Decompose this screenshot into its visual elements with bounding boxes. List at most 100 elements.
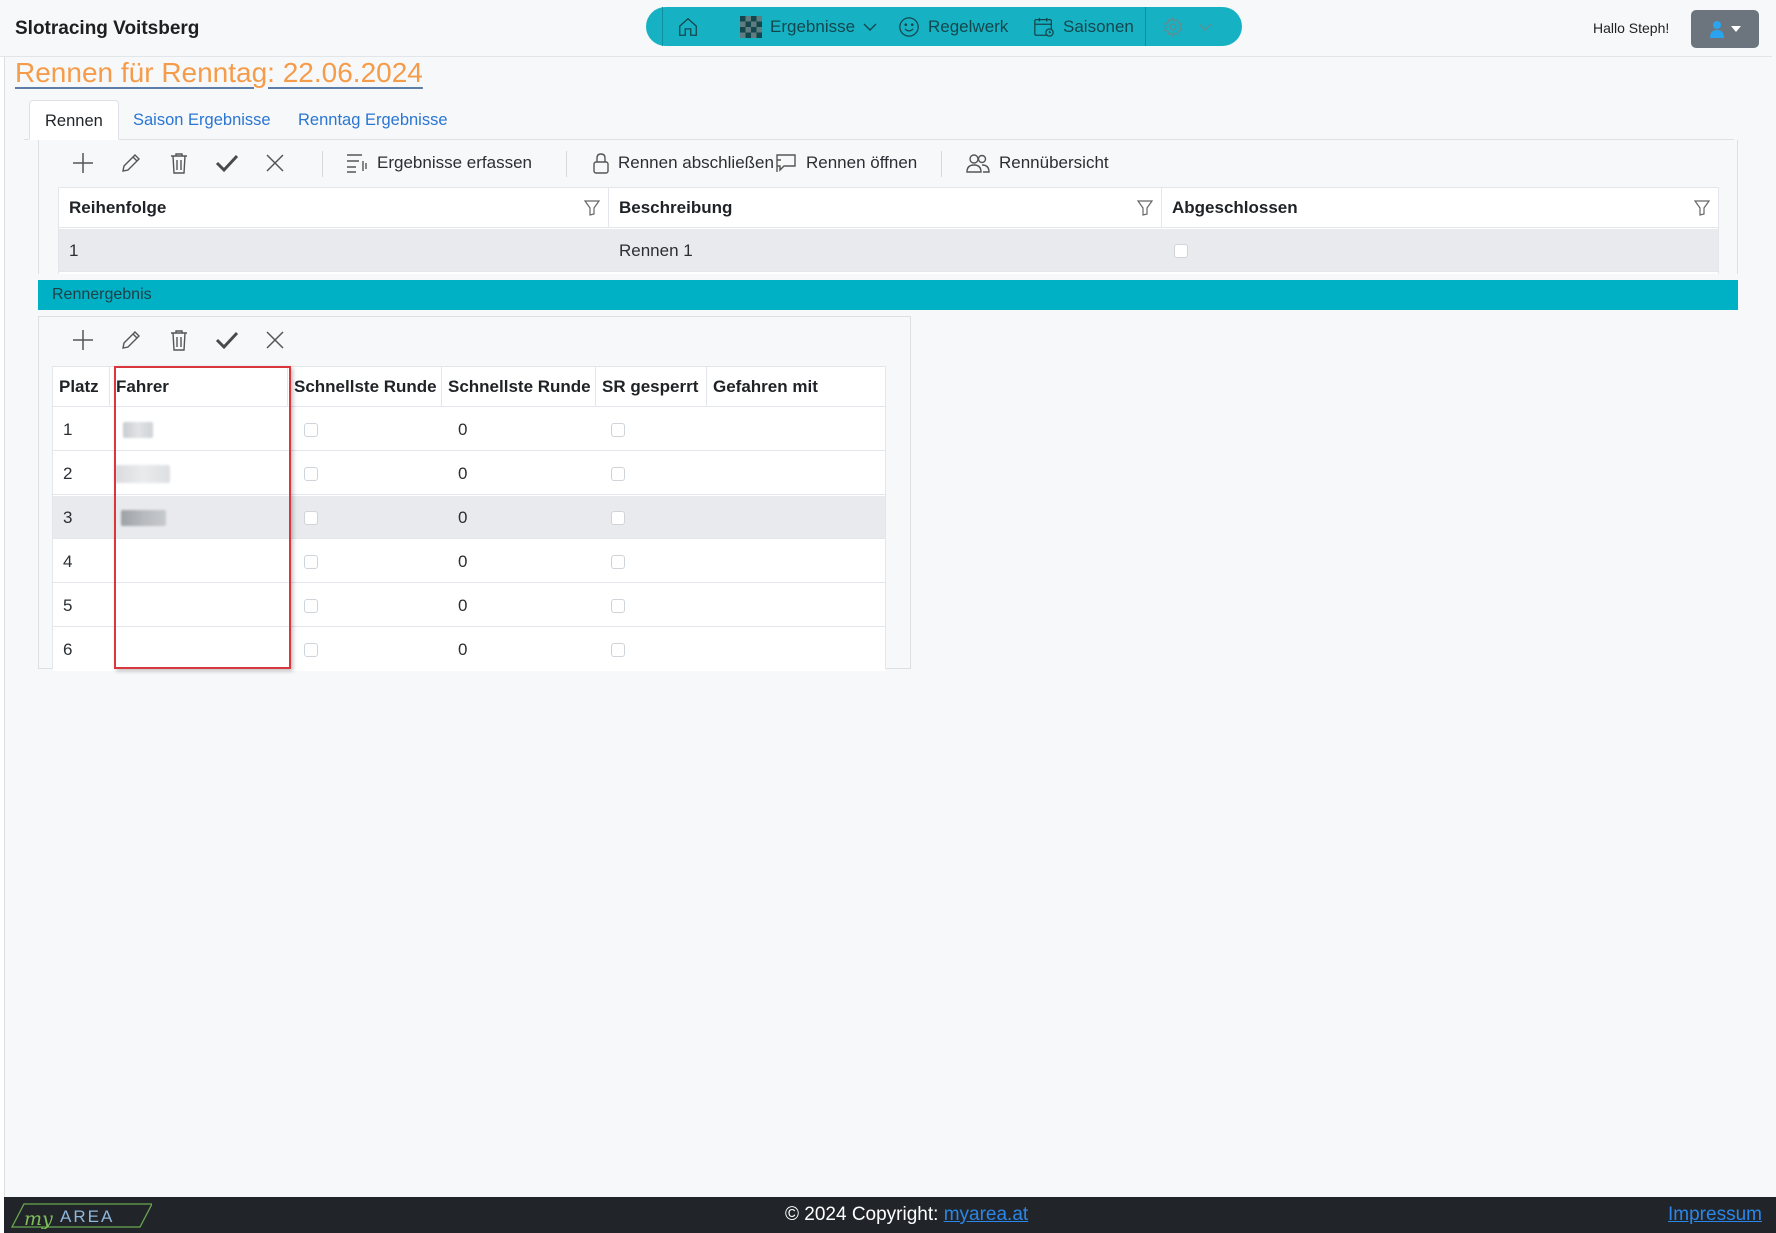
- edit-button[interactable]: [117, 143, 145, 183]
- blurred-driver-name: [115, 465, 170, 483]
- close-icon: [266, 154, 284, 172]
- save-button[interactable]: [213, 143, 241, 183]
- filter-icon[interactable]: [1137, 200, 1153, 216]
- schnellste-runde-checkbox[interactable]: [304, 599, 318, 613]
- cell-schnellste-runde: 0: [458, 420, 468, 439]
- plus-icon: [73, 153, 93, 173]
- table-row[interactable]: 1 0: [53, 408, 885, 451]
- cell-platz: 4: [63, 552, 73, 571]
- column-label: Abgeschlossen: [1172, 198, 1298, 217]
- add-button[interactable]: [69, 143, 97, 183]
- open-flag-icon: [776, 154, 796, 172]
- column-header-schnellste-runde-2[interactable]: Schnellste Runde: [442, 367, 596, 407]
- ergebnisse-erfassen-label: Ergebnisse erfassen: [377, 153, 532, 172]
- myarea-logo[interactable]: my AREA: [10, 1201, 152, 1229]
- schnellste-runde-checkbox[interactable]: [304, 511, 318, 525]
- cancel-button[interactable]: [261, 143, 289, 183]
- checkmark-icon: [215, 154, 239, 173]
- close-icon: [266, 331, 284, 349]
- edit-button[interactable]: [117, 320, 145, 360]
- column-header-schnellste-runde[interactable]: Schnellste Runde: [288, 367, 442, 407]
- sr-gesperrt-checkbox[interactable]: [611, 599, 625, 613]
- toolbar-divider: [566, 151, 567, 177]
- nav-settings[interactable]: [1162, 7, 1212, 46]
- cell-schnellste-runde: 0: [458, 596, 468, 615]
- navbar: Slotracing Voitsberg Ergebnisse Regelwer…: [0, 0, 1772, 57]
- sr-gesperrt-checkbox[interactable]: [611, 467, 625, 481]
- delete-button[interactable]: [165, 320, 193, 360]
- filter-icon[interactable]: [1694, 200, 1710, 216]
- sr-gesperrt-checkbox[interactable]: [611, 555, 625, 569]
- tab-saison-ergebnisse[interactable]: Saison Ergebnisse: [118, 100, 286, 140]
- column-header-gefahren-mit[interactable]: Gefahren mit: [707, 367, 885, 407]
- trash-icon: [171, 153, 187, 174]
- races-panel: Ergebnisse erfassen Rennen abschließen R…: [38, 140, 1738, 274]
- myarea-link[interactable]: myarea.at: [944, 1204, 1028, 1225]
- tab-rennen[interactable]: Rennen: [29, 100, 119, 140]
- nav-ergebnisse[interactable]: Ergebnisse: [740, 7, 877, 46]
- nav-divider: [662, 7, 663, 46]
- cell-reihenfolge: 1: [69, 241, 79, 260]
- table-row[interactable]: 3 0: [53, 496, 885, 539]
- rennen-oeffnen-label: Rennen öffnen: [806, 153, 918, 172]
- brand[interactable]: Slotracing Voitsberg: [15, 18, 199, 40]
- trash-icon: [171, 330, 187, 351]
- nav-home[interactable]: [670, 7, 706, 46]
- blurred-driver-name: [121, 510, 166, 526]
- schnellste-runde-checkbox[interactable]: [304, 423, 318, 437]
- column-header-reihenfolge[interactable]: Reihenfolge: [59, 188, 609, 228]
- user-menu-button[interactable]: [1691, 10, 1759, 48]
- chevron-down-icon: [1198, 23, 1212, 31]
- sr-gesperrt-checkbox[interactable]: [611, 511, 625, 525]
- sr-gesperrt-checkbox[interactable]: [611, 643, 625, 657]
- rennuebersicht-button[interactable]: Rennübersicht: [966, 143, 1109, 183]
- nav-regelwerk[interactable]: Regelwerk: [898, 7, 1008, 46]
- cell-platz: 3: [63, 508, 73, 527]
- gear-icon: [1163, 15, 1183, 38]
- impressum-link[interactable]: Impressum: [1668, 1204, 1762, 1226]
- page-title[interactable]: Rennen für Renntag: 22.06.2024: [15, 57, 423, 89]
- rennen-oeffnen-button[interactable]: Rennen öffnen: [775, 143, 917, 183]
- plus-icon: [73, 330, 93, 350]
- ergebnisse-erfassen-button[interactable]: Ergebnisse erfassen: [346, 143, 532, 183]
- abgeschlossen-checkbox[interactable]: [1174, 244, 1188, 258]
- copyright-text: © 2024 Copyright:: [785, 1204, 944, 1225]
- cell-platz: 1: [63, 420, 73, 439]
- races-grid: Reihenfolge Beschreibung Abgeschlossen 1…: [58, 187, 1719, 274]
- column-header-sr-gesperrt[interactable]: SR gesperrt: [596, 367, 707, 407]
- nav-saisonen[interactable]: Saisonen: [1033, 7, 1134, 46]
- chevron-down-icon: [863, 23, 877, 31]
- sr-gesperrt-checkbox[interactable]: [611, 423, 625, 437]
- cell-schnellste-runde: 0: [458, 464, 468, 483]
- column-header-abgeschlossen[interactable]: Abgeschlossen: [1162, 188, 1718, 228]
- greeting: Hallo Steph!: [1593, 20, 1670, 36]
- column-header-beschreibung[interactable]: Beschreibung: [609, 188, 1162, 228]
- lock-icon: [593, 153, 609, 174]
- table-row[interactable]: 4 0: [53, 540, 885, 583]
- schnellste-runde-checkbox[interactable]: [304, 467, 318, 481]
- table-row[interactable]: 6 0: [53, 628, 885, 671]
- nav-divider: [1145, 7, 1146, 46]
- rennen-abschliessen-button[interactable]: Rennen abschließen: [593, 143, 774, 183]
- toolbar-divider: [322, 151, 323, 177]
- delete-button[interactable]: [165, 143, 193, 183]
- footer: my AREA © 2024 Copyright: myarea.at Impr…: [4, 1197, 1776, 1233]
- tab-renntag-ergebnisse[interactable]: Renntag Ergebnisse: [283, 100, 463, 140]
- column-header-platz[interactable]: Platz: [53, 367, 110, 407]
- save-button[interactable]: [213, 320, 241, 360]
- tab-bar: Rennen Saison Ergebnisse Renntag Ergebni…: [24, 100, 1734, 140]
- svg-text:AREA: AREA: [60, 1207, 114, 1226]
- table-row[interactable]: 5 0: [53, 584, 885, 627]
- column-header-fahrer[interactable]: Fahrer: [110, 367, 288, 407]
- races-grid-header: Reihenfolge Beschreibung Abgeschlossen: [59, 188, 1718, 228]
- cancel-button[interactable]: [261, 320, 289, 360]
- schnellste-runde-checkbox[interactable]: [304, 643, 318, 657]
- table-row[interactable]: 2 0: [53, 452, 885, 495]
- filter-icon[interactable]: [584, 200, 600, 216]
- table-row[interactable]: 1 Rennen 1: [59, 229, 1718, 272]
- schnellste-runde-checkbox[interactable]: [304, 555, 318, 569]
- add-button[interactable]: [69, 320, 97, 360]
- cell-platz: 6: [63, 640, 73, 659]
- rennen-abschliessen-label: Rennen abschließen: [618, 153, 774, 172]
- toolbar-divider: [941, 151, 942, 177]
